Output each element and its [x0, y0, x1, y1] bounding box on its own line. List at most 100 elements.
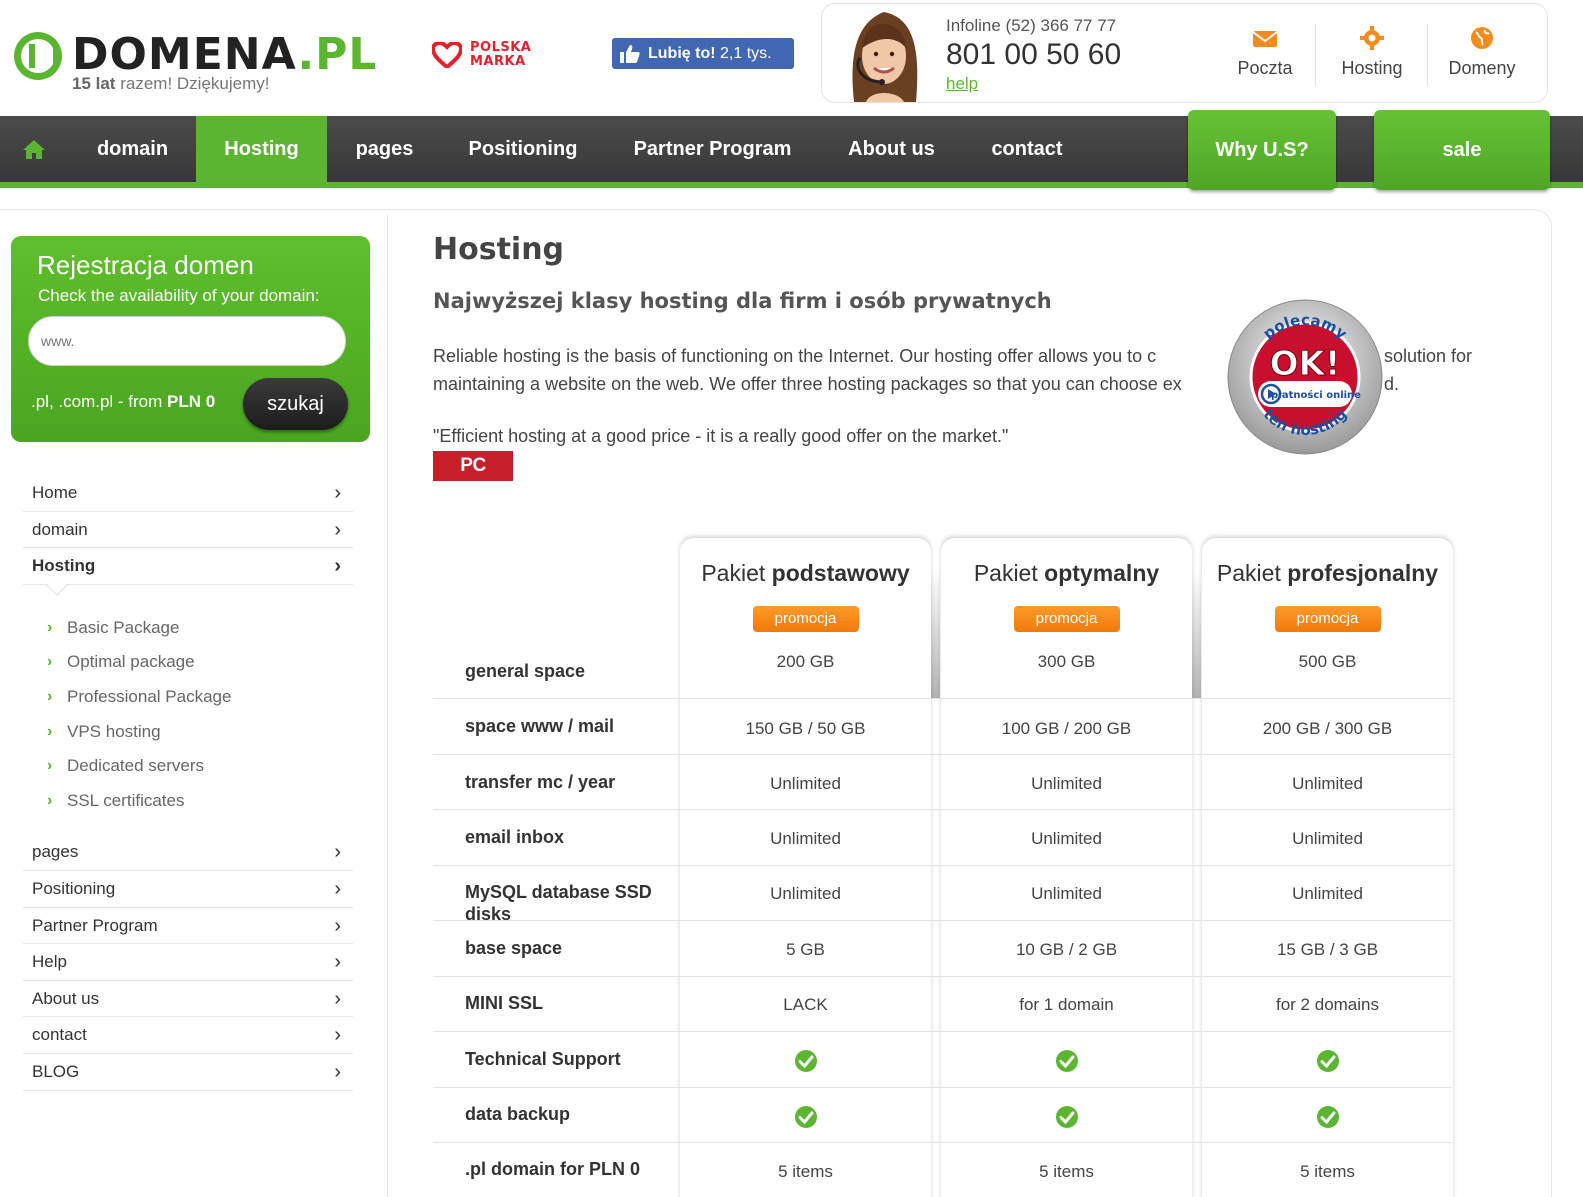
row-label: MINI SSL — [465, 993, 544, 1013]
nav-positioning[interactable]: Positioning — [441, 116, 605, 182]
nav-pages[interactable]: pages — [328, 116, 441, 182]
row-divider — [433, 1031, 1452, 1032]
table-cell: for 1 domain — [1019, 995, 1114, 1014]
sidebar-item-blog[interactable]: BLOG › — [23, 1054, 353, 1091]
sidebar-item-label: About us — [32, 988, 100, 1008]
column-gap — [930, 570, 940, 698]
domain-box-title: Rejestracja domen — [37, 250, 254, 280]
sidebar-item-home[interactable]: Home › — [23, 475, 353, 512]
domain-search-input[interactable] — [28, 316, 346, 366]
facebook-like-button[interactable]: Lubię to! 2,1 tys. — [612, 38, 794, 69]
table-cell: 10 GB / 2 GB — [1015, 940, 1118, 959]
nav-domain[interactable]: domain — [70, 116, 195, 182]
sidebar-item-help[interactable]: Help › — [23, 944, 353, 981]
logo-wordmark: DOMENA.PL — [72, 30, 377, 80]
fb-like-count: 2,1 tys. — [720, 45, 772, 62]
package-name: Pakiet profesjonalny — [1202, 560, 1453, 587]
table-cell: Unlimited — [1031, 829, 1102, 848]
submenu-item-optimal-package[interactable]: › Optimal package — [23, 645, 353, 680]
package-column: Pakiet optymalny promocja — [941, 538, 1192, 1197]
quick-link-hosting[interactable]: Hosting — [1332, 26, 1412, 79]
logo-tagline: 15 lat razem! Dziękujemy! — [72, 74, 269, 94]
sidebar-item-label: pages — [32, 842, 79, 862]
submenu-item-professional-package[interactable]: › Professional Package — [23, 680, 353, 715]
table-cell: 500 GB — [1298, 652, 1357, 671]
table-cell: 100 GB / 200 GB — [1001, 719, 1132, 738]
chevron-right-icon: › — [47, 757, 53, 775]
sidebar-item-partner-program[interactable]: Partner Program › — [23, 908, 353, 945]
heart-icon — [432, 42, 462, 68]
submenu-item-label: VPS hosting — [67, 721, 161, 741]
submenu-item-dedicated-servers[interactable]: › Dedicated servers — [23, 749, 353, 784]
table-cell: 150 GB / 50 GB — [745, 719, 866, 738]
intro-text: solution for — [1384, 346, 1473, 366]
nav-hosting[interactable]: Hosting — [196, 116, 327, 182]
help-link[interactable]: help — [946, 74, 978, 94]
home-icon[interactable] — [22, 138, 46, 160]
chevron-right-icon: › — [334, 877, 341, 900]
sidebar-menu: Home › domain › Hosting › › Basic Package › O… — [23, 475, 353, 1091]
package-name-prefix: Pakiet — [973, 560, 1045, 586]
submenu-item-ssl-certificates[interactable]: › SSL certificates — [23, 784, 353, 819]
chevron-right-icon: › — [334, 1060, 341, 1083]
sale-button[interactable]: sale — [1374, 110, 1550, 190]
logo[interactable]: DOMENA.PL 15 lat razem! Dziękujemy! — [14, 30, 414, 100]
logo-tld: .PL — [297, 29, 378, 80]
sidebar-item-label: domain — [32, 519, 88, 539]
package-name-bold: profesjonalny — [1287, 560, 1439, 586]
table-cell: for 2 domains — [1276, 995, 1379, 1014]
chevron-right-icon: › — [47, 653, 53, 671]
chevron-right-icon: › — [47, 687, 53, 705]
nav-about-us[interactable]: About us — [820, 116, 963, 182]
package-name: Pakiet optymalny — [941, 560, 1192, 587]
promo-badge: promocja — [1274, 606, 1381, 632]
package-column: Pakiet profesjonalny promocja — [1202, 538, 1453, 1197]
sidebar-item-contact[interactable]: contact › — [23, 1017, 353, 1054]
logo-tagline-bold: 15 lat — [72, 74, 116, 93]
submenu-item-vps-hosting[interactable]: › VPS hosting — [23, 715, 353, 750]
sidebar-item-positioning[interactable]: Positioning › — [23, 871, 353, 908]
package-name-bold: podstawowy — [771, 560, 910, 586]
row-divider — [433, 1086, 1452, 1088]
package-column: Pakiet podstawowy promocja — [680, 538, 931, 1197]
sidebar-item-label: Home — [32, 483, 78, 502]
consultant-avatar — [846, 4, 922, 102]
chevron-right-icon: › — [334, 482, 341, 504]
checkmark-icon — [794, 1050, 817, 1072]
table-cell: 5 items — [778, 1162, 833, 1181]
row-label: base space — [465, 938, 563, 958]
sidebar-item-about-us[interactable]: About us › — [23, 981, 353, 1018]
logo-word: DOMENA — [72, 29, 298, 80]
row-label: .pl domain for PLN 0 — [465, 1159, 641, 1179]
row-label: general space — [465, 661, 586, 681]
row-label: MySQL database SSD disks — [465, 882, 652, 924]
why-us-button[interactable]: Why U.S? — [1188, 110, 1336, 190]
press-quote: "Efficient hosting at a good price - it … — [433, 426, 1009, 446]
submenu-item-basic-package[interactable]: › Basic Package — [23, 611, 353, 646]
sidebar-item-label: Hosting — [32, 556, 96, 576]
table-cell: Unlimited — [1031, 884, 1102, 903]
submenu-item-label: Professional Package — [67, 686, 232, 706]
nav-contact[interactable]: contact — [963, 116, 1091, 182]
table-cell: Unlimited — [1031, 774, 1102, 793]
column-gap — [1191, 570, 1201, 698]
phone-number[interactable]: 801 00 50 60 — [946, 38, 1121, 72]
sidebar-item-pages[interactable]: pages › — [23, 834, 353, 871]
search-button[interactable]: szukaj — [243, 378, 348, 430]
submenu-item-label: SSL certificates — [67, 790, 185, 810]
sidebar-item-domain[interactable]: domain › — [23, 512, 353, 549]
nav-partner-program[interactable]: Partner Program — [605, 116, 820, 182]
intro-text: Reliable hosting is the basis of functio… — [433, 346, 1157, 366]
chevron-right-icon: › — [334, 951, 341, 974]
table-cell: 200 GB — [776, 652, 835, 671]
quick-link-domeny[interactable]: Domeny — [1440, 26, 1524, 79]
table-cell: 15 GB / 3 GB — [1276, 940, 1379, 959]
quick-link-poczta[interactable]: Poczta — [1230, 26, 1300, 79]
column-divider — [387, 214, 388, 1197]
table-cell: Unlimited — [770, 884, 841, 903]
row-label: email inbox — [465, 827, 565, 847]
page-title: Hosting — [433, 232, 565, 267]
table-cell: Unlimited — [1292, 829, 1363, 848]
domain-registration-box: Rejestracja domen Check the availability… — [11, 236, 370, 442]
sidebar-item-hosting[interactable]: Hosting › — [23, 548, 353, 585]
